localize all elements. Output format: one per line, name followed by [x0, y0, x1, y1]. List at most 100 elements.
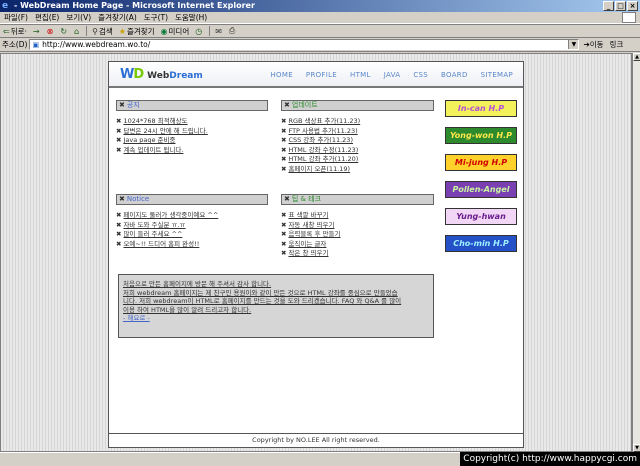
mail-button[interactable]: ✉: [215, 27, 223, 36]
go-button[interactable]: ➔이동: [583, 39, 603, 50]
scroll-down-icon[interactable]: ▼: [633, 444, 640, 452]
list-item[interactable]: ✖ 움직이는 글자: [281, 240, 340, 250]
tips-section-title: 팁 & 테크: [291, 195, 322, 203]
list-item[interactable]: ✖ 표 색깔 바꾸기: [281, 211, 340, 221]
chevron-down-icon[interactable]: ▼: [568, 40, 579, 49]
menu-help[interactable]: 도움말(H): [175, 12, 207, 23]
ie-icon: e: [2, 1, 9, 11]
address-url: http://www.webdream.wo.to/: [42, 40, 151, 49]
site-logo[interactable]: WD WebDream: [120, 67, 203, 82]
list-item[interactable]: ✖ 많이 들러 주세요 ^^: [116, 230, 218, 240]
list-item[interactable]: ✖ 답변은 24시 안에 해 드립니다.: [116, 127, 208, 137]
menu-favorites[interactable]: 즐겨찾기(A): [98, 12, 137, 23]
update-section-header: ✖ 업데이트: [281, 100, 434, 111]
welcome-message-box: 처음으로 만든 홈페이지에 방문 해 주셔서 감사 합니다. 저희 webdre…: [118, 274, 434, 338]
address-label: 주소(D): [2, 40, 28, 49]
list-item[interactable]: ✖ 음력블록 후 만들기: [281, 230, 340, 240]
history-icon: ◷: [195, 26, 203, 36]
menu-tools[interactable]: 도구(T): [144, 12, 168, 23]
refresh-icon: ↻: [60, 26, 68, 36]
logo-mark: WD: [120, 67, 144, 82]
menu-file[interactable]: 파일(F): [4, 12, 28, 23]
nav-profile[interactable]: PROFILE: [306, 71, 337, 79]
back-button[interactable]: ⇐ 뒤로 ·: [3, 26, 27, 37]
links-button[interactable]: 링크: [610, 39, 624, 50]
toolbar-separator: [86, 26, 88, 36]
list-item[interactable]: ✖ FTP 사용법 추가(11.23): [281, 127, 360, 137]
home-icon: ⌂: [74, 26, 80, 36]
refresh-button[interactable]: ↻: [60, 27, 68, 36]
back-arrow-icon: ⇐: [3, 26, 10, 36]
minimize-button[interactable]: _: [603, 1, 614, 11]
media-label: 미디어: [168, 26, 190, 36]
list-item[interactable]: ✖ 자바 도와 주실분 ㅠ.ㅠ: [116, 221, 218, 231]
list-item[interactable]: ✖ 자동 새창 띄우기: [281, 221, 340, 231]
list-item[interactable]: ✖ 오예~!! 드디어 홈피 완성!!: [116, 240, 218, 250]
message-line: 니다. 저희 webdream이 HTML로 홈페이지를 만드는 것을 도와 드…: [123, 297, 402, 305]
banner-chomin[interactable]: Cho-min H.P: [445, 235, 517, 252]
close-button[interactable]: ×: [627, 1, 638, 11]
list-item[interactable]: ✖ HTML 강좌 수정(11.23): [281, 146, 360, 156]
media-button[interactable]: ◉ 미디어: [161, 26, 190, 37]
nav-css[interactable]: CSS: [413, 71, 428, 79]
site-nav: HOME PROFILE HTML JAVA CSS BOARD SITEMAP: [270, 71, 513, 79]
chevron-down-icon[interactable]: ·: [25, 27, 27, 36]
scroll-up-icon[interactable]: ▲: [633, 53, 640, 61]
window-title: - WebDream Home Page - Microsoft Interne…: [14, 1, 255, 10]
window-title-bar: e - WebDream Home Page - Microsoft Inter…: [0, 0, 640, 12]
list-item[interactable]: ✖ 계속 업데이트 됩니다.: [116, 146, 208, 156]
notice-board-section-header: ✖ Notice: [116, 194, 268, 205]
mail-icon: ✉: [215, 26, 222, 36]
site-footer: Copyright by NO.LEE All right reserved.: [109, 433, 523, 447]
menu-edit[interactable]: 편집(E): [35, 12, 59, 23]
address-bar: 주소(D) ▣ http://www.webdream.wo.to/ ▼ ➔이동…: [0, 38, 640, 52]
x-bullet-icon: ✖: [119, 101, 125, 109]
x-bullet-icon: ✖: [284, 101, 290, 109]
forward-button[interactable]: →: [33, 27, 41, 36]
maximize-button[interactable]: □: [615, 1, 626, 11]
banner-incan[interactable]: In-can H.P: [445, 100, 517, 117]
home-button[interactable]: ⌂: [74, 27, 80, 36]
list-item[interactable]: ✖ 작은 창 띄우기: [281, 249, 340, 259]
window-controls: _ □ ×: [603, 1, 638, 11]
list-item[interactable]: ✖ RGB 색상표 추가(11.23): [281, 117, 360, 127]
back-label: 뒤로: [10, 26, 25, 36]
stop-button[interactable]: ⊗: [47, 27, 55, 36]
search-button[interactable]: ⚲ 검색: [92, 26, 113, 37]
stop-icon: ⊗: [46, 26, 54, 36]
list-item[interactable]: ✖ 홈페이지 오픈(11.19): [281, 165, 360, 175]
banner-yunghwan[interactable]: Yung-hwan: [445, 208, 517, 225]
copyright-overlay: Copyright(c) http://www.happycgi.com: [460, 452, 640, 466]
history-button[interactable]: ◷: [195, 27, 203, 36]
nav-board[interactable]: BOARD: [441, 71, 468, 79]
nav-home[interactable]: HOME: [270, 71, 292, 79]
x-bullet-icon: ✖: [284, 195, 290, 203]
search-icon: ⚲: [92, 26, 98, 36]
list-item[interactable]: ✖ 1024*768 최적해상도: [116, 117, 208, 127]
toolbar: ⇐ 뒤로 · → ⊗ ↻ ⌂ ⚲ 검색 ★ 즐겨찾기 ◉ 미디어 ◷ ✉ ⎙: [0, 24, 640, 38]
media-icon: ◉: [160, 26, 168, 36]
nav-html[interactable]: HTML: [350, 71, 371, 79]
notice-board-section-title: Notice: [126, 195, 150, 203]
site-header: WD WebDream HOME PROFILE HTML JAVA CSS B…: [109, 62, 523, 88]
list-item[interactable]: ✖ Java page 준비중: [116, 136, 208, 146]
print-icon: ⎙: [228, 26, 236, 35]
banner-pollen-angel[interactable]: Pollen-Angel: [445, 181, 517, 198]
vertical-scrollbar[interactable]: ▲ ▼: [632, 53, 640, 452]
nav-sitemap[interactable]: SITEMAP: [481, 71, 513, 79]
notice-section-title: 공지: [126, 101, 140, 109]
address-input[interactable]: ▣ http://www.webdream.wo.to/ ▼: [29, 39, 580, 50]
list-item[interactable]: ✖ HTML 강좌 추가(11.20): [281, 155, 360, 165]
list-item[interactable]: ✖ 페이지도 둘러가 생각중이예요 ^^: [116, 211, 218, 221]
banner-yongwon[interactable]: Yong-won H.P: [445, 127, 517, 144]
message-line: 처음으로 만든 홈페이지에 방문 해 주셔서 감사 합니다.: [123, 280, 272, 288]
logo-wordmark: WebDream: [147, 71, 203, 81]
favorites-button[interactable]: ★ 즐겨찾기: [119, 26, 155, 37]
nav-java[interactable]: JAVA: [384, 71, 401, 79]
message-more-link[interactable]: - 해요로 -: [123, 314, 429, 323]
menu-view[interactable]: 보기(V): [66, 12, 91, 23]
list-item[interactable]: ✖ CSS 강좌 추가(11.23): [281, 136, 360, 146]
banner-mijung[interactable]: Mi-jung H.P: [445, 154, 517, 171]
print-button[interactable]: ⎙: [229, 26, 236, 36]
notice-list: ✖ 1024*768 최적해상도 ✖ 답변은 24시 안에 해 드립니다. ✖ Jav…: [116, 117, 208, 155]
